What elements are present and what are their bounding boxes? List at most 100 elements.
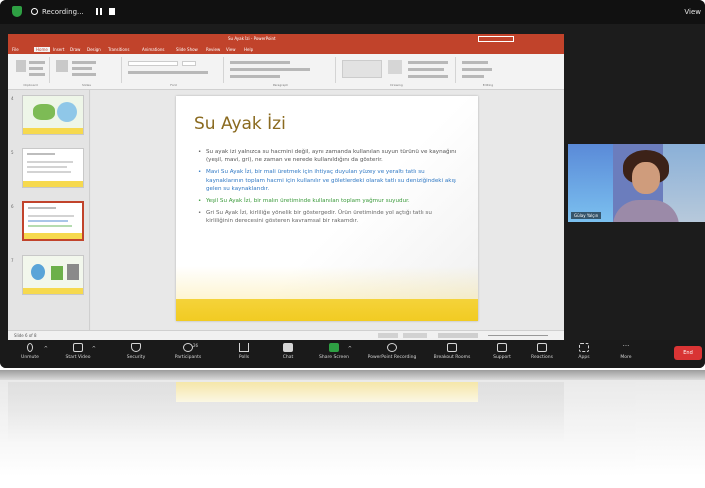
clipboard-group-label: Clipboard — [23, 83, 38, 87]
sign-in-button[interactable] — [478, 36, 514, 42]
start-video-label: Start Video — [65, 355, 91, 360]
polls-button[interactable]: Polls — [222, 343, 266, 367]
ribbon-group-editing[interactable]: Editing — [458, 57, 518, 87]
slide-footer-band — [176, 299, 478, 321]
bullet-item: Mavi Su Ayak İzi, bir mali üretmek için … — [198, 168, 460, 193]
ppt-window-title: Su Ayak İzi - PowerPoint — [228, 36, 276, 41]
unmute-label: Unmute — [21, 355, 39, 360]
more-button[interactable]: ··· More — [604, 343, 648, 367]
chevron-up-icon[interactable]: ^ — [92, 346, 96, 352]
shield-icon[interactable] — [12, 6, 22, 17]
tab-draw[interactable]: Draw — [70, 47, 80, 52]
share-screen-label: Share Screen — [319, 355, 349, 360]
start-video-button[interactable]: ^ Start Video — [56, 343, 100, 367]
tab-animations[interactable]: Animations — [142, 47, 164, 52]
ribbon-tabs: File Home Insert Draw Design Transitions… — [8, 44, 564, 54]
support-label: Support — [493, 355, 511, 360]
ribbon: Clipboard Slides Font Paragraph Drawing … — [8, 54, 564, 90]
participants-button[interactable]: 26 Participants — [166, 343, 210, 367]
polls-label: Polls — [238, 355, 250, 360]
editing-group-label: Editing — [482, 83, 494, 87]
end-meeting-button[interactable]: End — [674, 346, 702, 360]
tab-transitions[interactable]: Transitions — [108, 47, 129, 52]
screen-reflection — [0, 370, 705, 488]
screen-frame: Recording... View Su Ayak İzi - PowerPoi… — [0, 0, 705, 368]
current-slide[interactable]: Su Ayak İzi Su ayak izi yalnızca su hacm… — [176, 96, 478, 321]
slide-thumbnail-selected[interactable] — [22, 201, 84, 241]
breakout-rooms-button[interactable]: Breakout Rooms — [426, 343, 478, 367]
slide-thumbnail[interactable] — [22, 255, 84, 295]
participant-face — [632, 162, 660, 194]
slide-title: Su Ayak İzi — [194, 114, 286, 134]
ribbon-group-slides[interactable]: Slides — [52, 57, 122, 87]
apps-button[interactable]: Apps — [562, 343, 606, 367]
bullet-item: Su ayak izi yalnızca su hacmini değil, a… — [198, 148, 460, 164]
tab-design[interactable]: Design — [87, 47, 101, 52]
font-group-label: Font — [170, 83, 177, 87]
thumbnail-number: 5 — [11, 150, 14, 155]
ribbon-group-clipboard[interactable]: Clipboard — [12, 57, 50, 87]
record-icon — [387, 343, 397, 352]
unmute-button[interactable]: ^ Unmute — [8, 343, 52, 367]
reactions-label: Reactions — [531, 355, 553, 360]
tab-insert[interactable]: Insert — [53, 47, 64, 52]
recording-label: Recording... — [42, 8, 84, 16]
bullet-item: Yeşil Su Ayak İzi, bir malın üretiminde … — [198, 197, 460, 205]
tab-view[interactable]: View — [226, 47, 236, 52]
slide-counter: Slide 6 of 8 — [14, 333, 37, 338]
ribbon-group-font[interactable]: Font — [124, 57, 224, 87]
slide-thumbnail[interactable] — [22, 148, 84, 188]
slide-bullet-list: Su ayak izi yalnızca su hacmini değil, a… — [198, 148, 460, 230]
pause-recording-icon[interactable] — [96, 8, 102, 15]
reactions-button[interactable]: Reactions — [520, 343, 564, 367]
chat-icon — [283, 343, 293, 352]
chat-button[interactable]: Chat — [266, 343, 310, 367]
participant-name: Gülay Yalçın — [571, 212, 602, 219]
ribbon-group-paragraph[interactable]: Paragraph — [226, 57, 336, 87]
thumbnail-number: 6 — [11, 204, 14, 209]
participants-label: Participants — [174, 355, 202, 360]
share-screen-button[interactable]: ^ Share Screen — [312, 343, 356, 367]
reactions-icon — [537, 343, 547, 352]
support-icon — [497, 343, 507, 352]
recording-icon — [31, 8, 38, 15]
microphone-icon — [27, 343, 33, 352]
bullet-item: Gri Su Ayak İzi, kirliliğe yönelik bir g… — [198, 209, 460, 225]
ribbon-group-drawing[interactable]: Drawing — [338, 57, 456, 87]
share-screen-icon — [329, 343, 339, 352]
participants-icon — [183, 343, 193, 352]
ppt-title-bar: Su Ayak İzi - PowerPoint — [8, 34, 564, 44]
chevron-up-icon[interactable]: ^ — [44, 346, 48, 352]
view-button[interactable]: View — [684, 8, 701, 16]
tab-slide-show[interactable]: Slide Show — [176, 47, 198, 52]
tab-help[interactable]: Help — [244, 47, 253, 52]
slides-group-label: Slides — [82, 83, 91, 87]
view-buttons[interactable] — [438, 333, 478, 338]
chevron-up-icon[interactable]: ^ — [348, 346, 352, 352]
poll-icon — [239, 343, 249, 352]
support-button[interactable]: Support — [480, 343, 524, 367]
tab-file[interactable]: File — [12, 47, 19, 52]
powerpoint-recording-button[interactable]: PowerPoint Recording — [362, 343, 422, 367]
notes-button[interactable] — [378, 333, 398, 338]
participant-count: 26 — [193, 343, 199, 348]
paragraph-group-label: Paragraph — [272, 83, 289, 87]
tab-review[interactable]: Review — [206, 47, 220, 52]
more-label: More — [620, 355, 632, 360]
comments-button[interactable] — [403, 333, 427, 338]
zoom-slider[interactable] — [488, 335, 548, 336]
thumbnail-number: 4 — [11, 96, 14, 101]
more-icon: ··· — [622, 342, 630, 350]
powerpoint-recording-label: PowerPoint Recording — [367, 355, 417, 360]
thumbnail-number: 7 — [11, 258, 14, 263]
apps-icon — [579, 343, 589, 352]
slide-thumbnail[interactable] — [22, 95, 84, 135]
slide-thumbnail-pane: 4 5 6 7 — [8, 90, 90, 330]
apps-label: Apps — [578, 355, 590, 360]
breakout-rooms-icon — [447, 343, 457, 352]
security-button[interactable]: Security — [114, 343, 158, 367]
stop-recording-icon[interactable] — [109, 8, 115, 15]
participant-video-tile[interactable]: Gülay Yalçın — [568, 144, 705, 222]
tab-home[interactable]: Home — [34, 47, 50, 52]
shield-icon — [131, 343, 141, 352]
